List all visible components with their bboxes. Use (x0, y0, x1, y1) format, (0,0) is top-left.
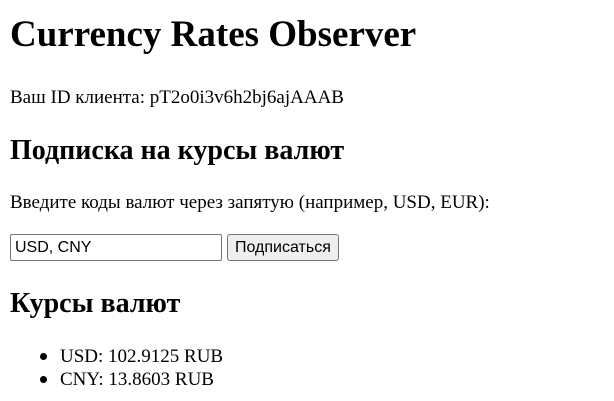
client-id-text: Ваш ID клиента: pT2o0i3v6h2bj6ajAAAB (10, 87, 344, 108)
bullet-icon (40, 353, 47, 360)
page: Currency Rates Observer Ваш ID клиента: … (0, 0, 614, 401)
bullet-icon (40, 376, 47, 383)
rate-text: CNY: 13.8603 RUB (60, 369, 214, 390)
rates-heading: Курсы валют (10, 288, 181, 319)
subscribe-button[interactable]: Подписаться (227, 234, 339, 261)
rate-text: USD: 102.9125 RUB (60, 346, 224, 367)
list-item: CNY: 13.8603 RUB (40, 368, 223, 391)
page-title: Currency Rates Observer (10, 14, 417, 55)
subscription-instructions: Введите коды валют через запятую (наприм… (10, 192, 490, 213)
subscription-form: Подписаться (10, 234, 339, 261)
rates-list: USD: 102.9125 RUB CNY: 13.8603 RUB (10, 345, 223, 391)
subscription-heading: Подписка на курсы валют (10, 135, 345, 166)
list-item: USD: 102.9125 RUB (40, 345, 224, 368)
currency-codes-input[interactable] (10, 234, 222, 261)
